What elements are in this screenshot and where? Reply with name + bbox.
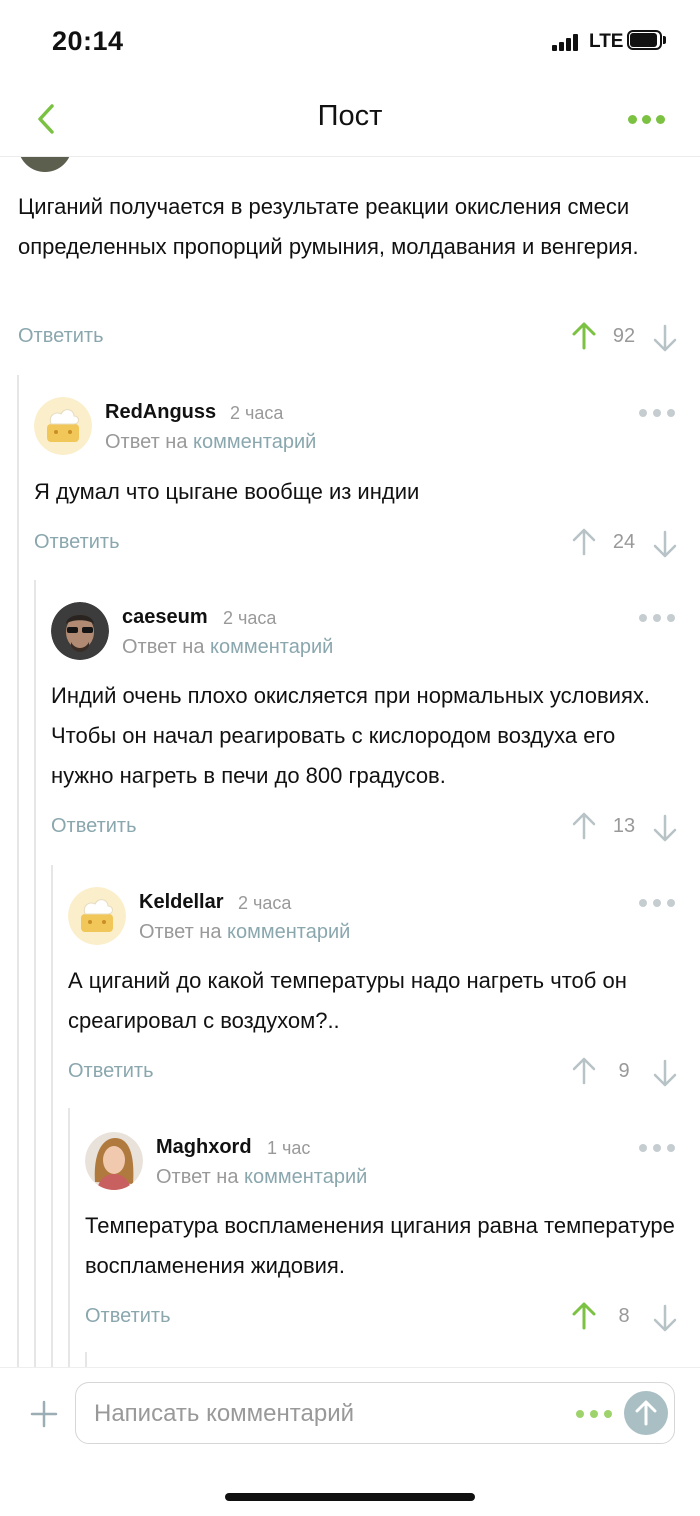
- comment-input[interactable]: [92, 1393, 556, 1435]
- reply-to-label: Ответ на комментарий: [139, 921, 350, 944]
- downvote-icon[interactable]: [652, 529, 678, 559]
- nav-bar: Пост: [0, 80, 700, 157]
- reply-to-link[interactable]: комментарий: [227, 921, 350, 943]
- more-options-icon[interactable]: [639, 612, 677, 624]
- comment-text: Я думал что цыгане вообще из индии: [34, 479, 420, 504]
- comment-author[interactable]: caeseum: [122, 606, 208, 629]
- reply-button[interactable]: Ответить: [68, 1060, 154, 1083]
- upvote-icon[interactable]: [571, 1056, 597, 1086]
- reply-button[interactable]: Ответить: [85, 1305, 171, 1328]
- downvote-icon[interactable]: [652, 1303, 678, 1333]
- comment-time: 1 час: [267, 1138, 311, 1158]
- comment-text: Индий очень плохо окисляется при нормаль…: [51, 683, 650, 788]
- page-title: Пост: [317, 100, 383, 132]
- thread-line: [68, 1108, 70, 1367]
- comment-text: Температура воспламенения цигания равна …: [85, 1213, 675, 1278]
- comment-text: А циганий до какой температуры надо нагр…: [68, 968, 627, 1033]
- home-indicator: [225, 1493, 475, 1501]
- send-button[interactable]: [624, 1391, 668, 1435]
- reply-to-prefix: Ответ на: [156, 1166, 239, 1188]
- reply-to-link[interactable]: комментарий: [193, 431, 316, 453]
- reply-button[interactable]: Ответить: [51, 815, 137, 838]
- reply-to-label: Ответ на комментарий: [122, 636, 333, 659]
- more-options-icon[interactable]: [639, 897, 677, 909]
- comment-text: Циганий получается в результате реакции …: [18, 194, 639, 259]
- avatar[interactable]: [85, 1132, 143, 1190]
- more-options-icon[interactable]: [576, 1408, 616, 1420]
- reply-button[interactable]: Ответить: [18, 325, 104, 348]
- thread-line: [34, 580, 36, 1367]
- downvote-icon[interactable]: [652, 323, 678, 353]
- comment-time: 2 часа: [223, 608, 277, 628]
- upvote-icon[interactable]: [571, 811, 597, 841]
- add-attachment-icon[interactable]: [30, 1400, 58, 1428]
- rating-count: 92: [612, 325, 636, 347]
- upvote-icon[interactable]: [571, 1301, 597, 1331]
- reply-to-prefix: Ответ на: [122, 636, 205, 658]
- comment-time: 2 часа: [238, 893, 292, 913]
- thread-line: [51, 865, 53, 1367]
- reply-to-label: Ответ на комментарий: [105, 431, 316, 454]
- comment-author[interactable]: Keldellar: [139, 891, 223, 914]
- more-options-icon[interactable]: [626, 108, 668, 128]
- avatar[interactable]: [68, 887, 126, 945]
- comment-author[interactable]: Maghxord: [156, 1136, 252, 1159]
- reply-button[interactable]: Ответить: [34, 531, 120, 554]
- comment-input-box[interactable]: [75, 1382, 675, 1444]
- comment-author[interactable]: RedAnguss: [105, 401, 216, 424]
- avatar[interactable]: [51, 602, 109, 660]
- reply-to-link[interactable]: комментарий: [210, 636, 333, 658]
- reply-to-label: Ответ на комментарий: [156, 1166, 367, 1189]
- more-options-icon[interactable]: [639, 407, 677, 419]
- thread-line: [85, 1352, 87, 1367]
- downvote-icon[interactable]: [652, 813, 678, 843]
- thread-line: [17, 375, 19, 1367]
- comment-time: 2 часа: [230, 403, 284, 423]
- upvote-icon[interactable]: [571, 527, 597, 557]
- downvote-icon[interactable]: [652, 1058, 678, 1088]
- more-options-icon[interactable]: [639, 1142, 677, 1154]
- reply-to-prefix: Ответ на: [139, 921, 222, 943]
- rating-count: 8: [618, 1305, 630, 1327]
- comments-thread[interactable]: Циганий получается в результате реакции …: [0, 0, 700, 1367]
- reply-to-prefix: Ответ на: [105, 431, 188, 453]
- rating-count: 9: [618, 1060, 630, 1082]
- rating-count: 13: [612, 815, 636, 837]
- arrow-up-icon: [635, 1400, 657, 1426]
- rating-count: 24: [612, 531, 636, 553]
- reply-to-link[interactable]: комментарий: [244, 1166, 367, 1188]
- avatar[interactable]: [34, 397, 92, 455]
- upvote-icon[interactable]: [571, 321, 597, 351]
